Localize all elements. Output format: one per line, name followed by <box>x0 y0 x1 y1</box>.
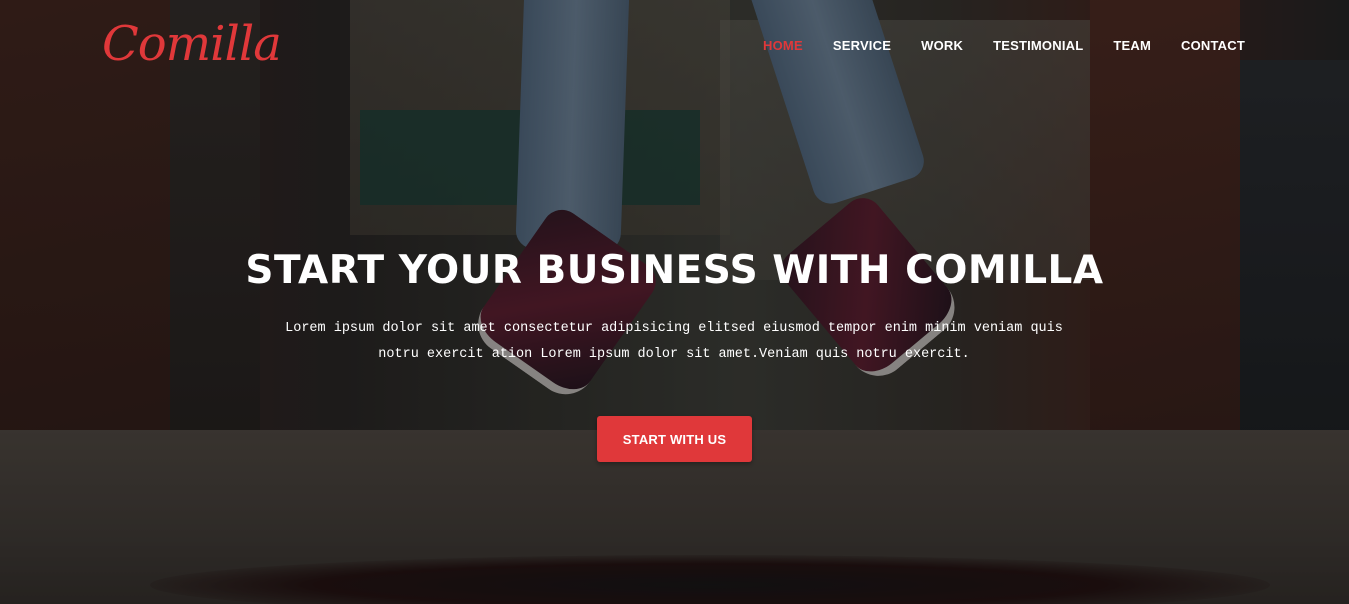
hero-title: START YOUR BUSINESS WITH COMILLA <box>245 248 1104 293</box>
nav-link-service[interactable]: SERVICE <box>833 38 891 53</box>
nav-item-testimonial: TESTIMONIAL <box>993 37 1083 55</box>
nav-item-contact: CONTACT <box>1181 37 1245 55</box>
main-navigation: HOME SERVICE WORK TESTIMONIAL TEAM CONTA… <box>763 37 1245 55</box>
nav-item-service: SERVICE <box>833 37 891 55</box>
nav-item-work: WORK <box>921 37 963 55</box>
hero-section: Comilla HOME SERVICE WORK TESTIMONIAL TE… <box>0 0 1349 604</box>
nav-item-home: HOME <box>763 37 803 55</box>
nav-link-team[interactable]: TEAM <box>1113 38 1151 53</box>
nav-link-home[interactable]: HOME <box>763 38 803 53</box>
hero-description: Lorem ipsum dolor sit amet consectetur a… <box>285 321 1063 362</box>
nav-link-contact[interactable]: CONTACT <box>1181 38 1245 53</box>
hero-overlay <box>0 0 1349 604</box>
start-with-us-button[interactable]: START WITH US <box>597 416 752 462</box>
nav-link-work[interactable]: WORK <box>921 38 963 53</box>
nav-link-testimonial[interactable]: TESTIMONIAL <box>993 38 1083 53</box>
nav-item-team: TEAM <box>1113 37 1151 55</box>
site-logo[interactable]: Comilla <box>102 16 282 72</box>
